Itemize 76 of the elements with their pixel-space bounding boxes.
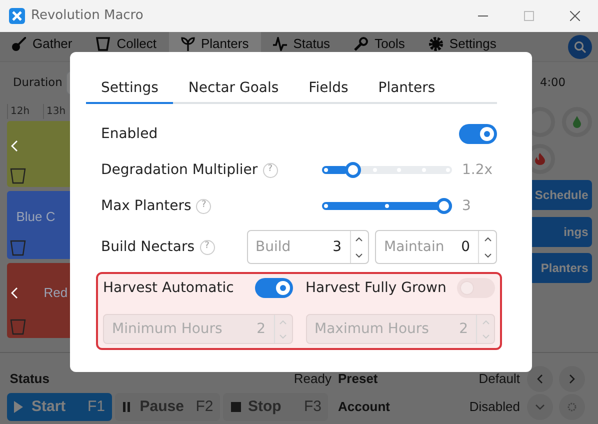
setting-label: Enabled (101, 124, 158, 144)
spin-up-icon (484, 236, 492, 242)
time-label: 4:00 (540, 74, 566, 92)
pause-button[interactable]: Pause F2 (114, 393, 220, 421)
number-field[interactable]: Maintain 0 (375, 230, 497, 264)
spin-down-icon (484, 252, 492, 258)
status-value: Ready (294, 370, 332, 388)
setting-label: Build Nectars (101, 238, 194, 256)
app-logo-icon (9, 8, 25, 24)
dialog-tab[interactable]: Planters (363, 74, 450, 104)
search-button[interactable] (568, 34, 592, 58)
chevron-left-icon (10, 140, 18, 152)
slider-thumb[interactable] (436, 198, 452, 214)
hour-label: 12h (6, 104, 42, 119)
settings-icon (567, 402, 577, 412)
dialog-tab[interactable]: Settings (86, 74, 174, 104)
window-title: Revolution Macro (31, 7, 144, 26)
shovel-icon (12, 36, 26, 50)
field-label: Account (338, 398, 390, 416)
number-field: Maximum Hours 2 (306, 314, 495, 344)
maximize-icon (524, 11, 534, 21)
chevron-right-icon (567, 374, 577, 384)
setting-label: Max Planters (101, 196, 192, 216)
help-icon[interactable]: ? (196, 198, 212, 214)
spin-down-icon (482, 334, 490, 338)
spin-up-icon (279, 320, 287, 324)
toggle-switch[interactable] (459, 124, 497, 144)
round-button[interactable] (526, 366, 552, 392)
chevron-down-icon (534, 402, 544, 412)
nav-tab[interactable]: Status (260, 32, 342, 62)
fire-icon (534, 152, 546, 165)
duration-label: Duration (13, 74, 62, 92)
play-icon (13, 401, 25, 413)
chevron-left-icon (10, 286, 18, 298)
help-icon[interactable]: ? (262, 162, 278, 178)
spin-down-icon (279, 334, 287, 338)
wrench-icon (354, 36, 368, 50)
toggle-switch[interactable] (254, 278, 292, 298)
dialog-tab[interactable]: Fields (294, 74, 364, 104)
search-icon (574, 40, 586, 52)
number-field: Minimum Hours 2 (103, 314, 292, 344)
field-value: Default (478, 370, 520, 388)
drop-icon (572, 116, 582, 128)
setting-label: Harvest Fully Grown (306, 279, 446, 298)
spin-down-icon (355, 252, 363, 258)
spin-up-icon (482, 320, 490, 324)
nav-tab[interactable]: Gather (0, 32, 84, 62)
leaf-icon (180, 36, 194, 50)
stop-button[interactable]: Stop F3 (223, 393, 328, 421)
bucket-icon (10, 168, 26, 184)
planter-label: Red (44, 284, 68, 302)
help-icon[interactable]: ? (200, 240, 214, 254)
setting-label: Harvest Automatic (103, 279, 234, 298)
pulse-icon (272, 36, 287, 50)
close-icon (570, 11, 580, 21)
nav-tab[interactable]: Tools (342, 32, 417, 62)
field-value: Disabled (469, 398, 520, 416)
slider-value: 1.2x (461, 160, 494, 180)
slider-value: 3 (461, 196, 472, 216)
planter-label: Blue C (16, 208, 56, 226)
setting-label: Degradation Multiplier (101, 160, 258, 180)
nav-tab[interactable]: Settings (416, 32, 508, 62)
spin-up-icon (355, 236, 363, 242)
field-label: Preset (338, 370, 378, 388)
slider-thumb[interactable] (344, 162, 361, 178)
start-button[interactable]: Start F1 (6, 393, 112, 421)
bucket-icon (10, 240, 26, 256)
bucket-icon (10, 318, 26, 335)
stop-icon (230, 401, 242, 413)
dialog-tab[interactable]: Nectar Goals (173, 74, 294, 104)
number-field[interactable]: Build 3 (246, 230, 368, 264)
settings-icon (428, 36, 443, 50)
status-label: Status (8, 370, 50, 388)
cup-icon (96, 36, 110, 50)
chevron-left-icon (534, 374, 544, 384)
nav-tab[interactable]: Collect (84, 32, 168, 62)
